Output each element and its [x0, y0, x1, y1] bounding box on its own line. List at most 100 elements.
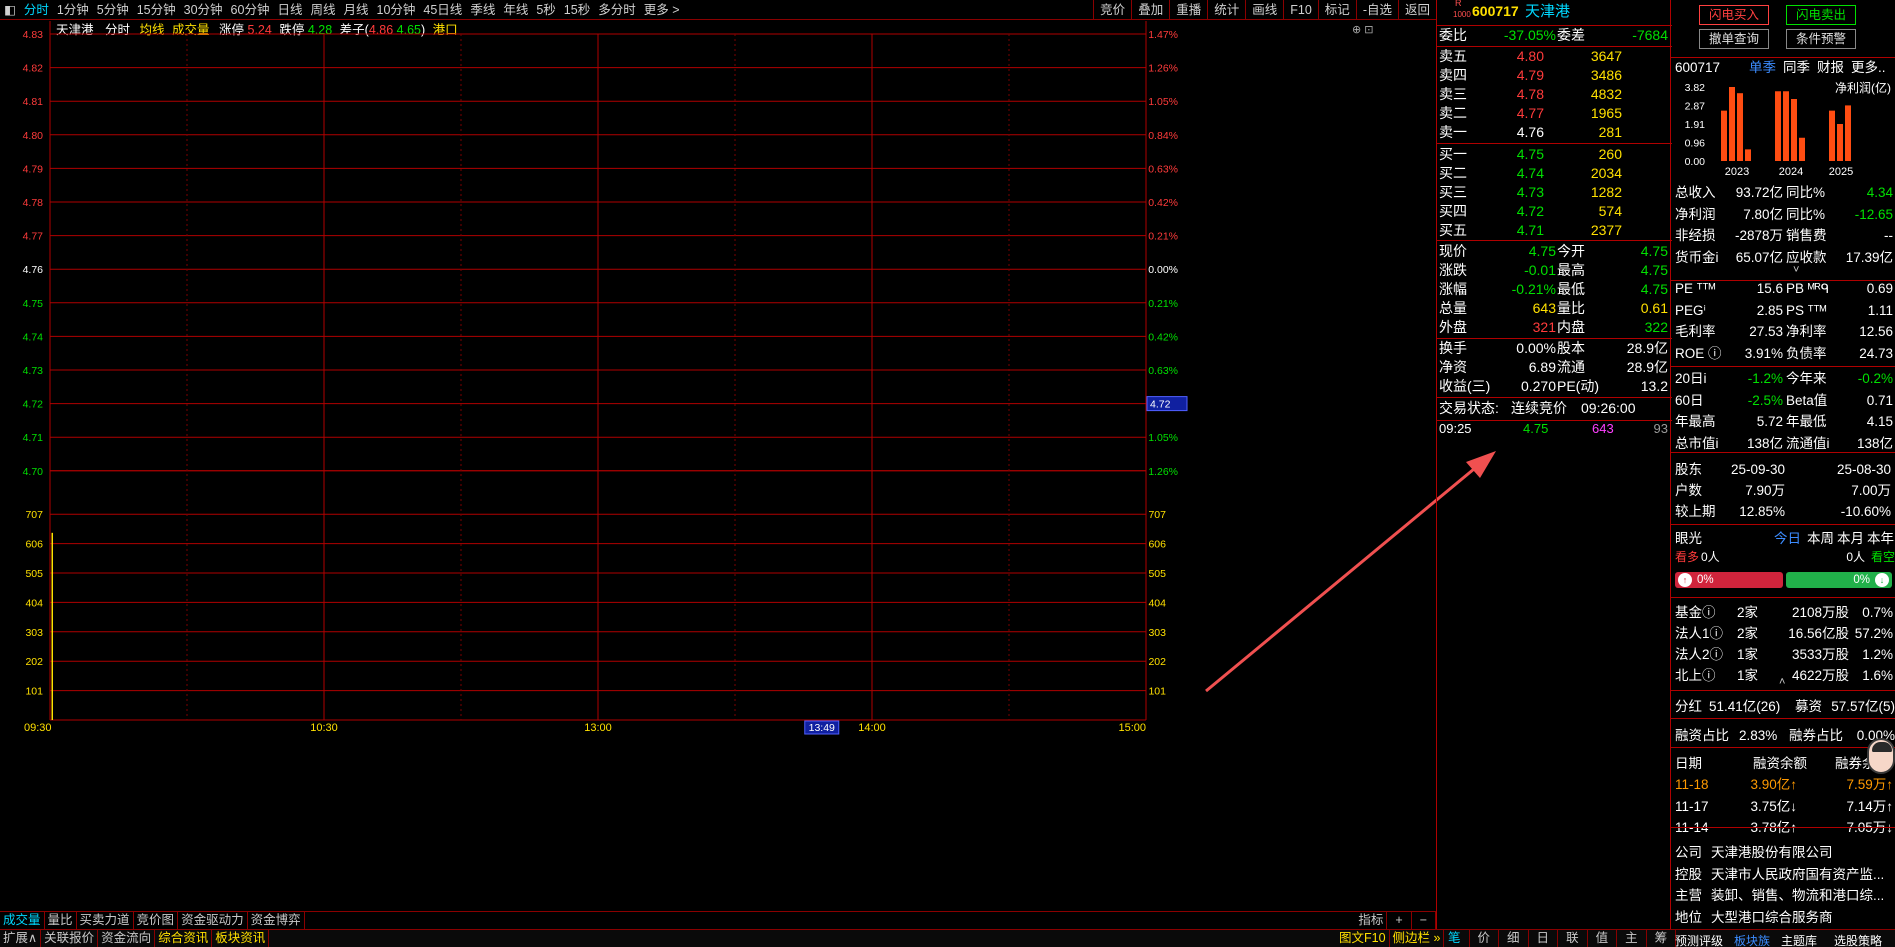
metric-row: 60日 -2.5% Beta值 0.71 [1671, 391, 1895, 410]
link-theme[interactable]: 主题库 [1781, 932, 1817, 947]
f10-graphic-button[interactable]: 图文F10 [1336, 930, 1390, 947]
bid-price: 4.71 [1516, 222, 1544, 238]
side-tab-trades[interactable]: 笔 [1440, 930, 1470, 947]
company-row: 主营 装卸、销售、物流和港口综... [1671, 886, 1895, 905]
flash-sell-button[interactable]: 闪电卖出 [1786, 5, 1856, 25]
link-sector[interactable]: 板块族 [1734, 932, 1770, 947]
metric-row: ROE ⓘ 3.91% 负债率 24.73 [1671, 344, 1895, 363]
side-tab-price[interactable]: 价 [1470, 930, 1500, 947]
indicator-tab[interactable]: 资金驱动力 [178, 912, 248, 929]
company-value[interactable]: 天津港股份有限公司 [1711, 843, 1833, 862]
collapse-chevron-icon[interactable]: ˄ [1779, 676, 1785, 688]
dividend-row: 分红 51.41亿(26) 募资 57.57亿(5) [1671, 697, 1895, 716]
indicator-tab[interactable]: 资金博弈 [248, 912, 305, 929]
sentiment-tab-year[interactable]: 本年 [1867, 529, 1894, 548]
institution-count: 1家 [1737, 668, 1759, 683]
share-stat-label: 股本 [1557, 340, 1585, 356]
metric-value: -2.5% [1747, 392, 1783, 408]
bid-level-row[interactable]: 买一 4.75 260 [1437, 145, 1672, 164]
zoom-in-button[interactable]: + [1387, 912, 1412, 929]
profit-y-tick: 1.91 [1685, 119, 1706, 131]
share-stat-value: 28.9亿 [1626, 340, 1668, 356]
stat-label: 总量 [1439, 300, 1467, 316]
footer-tab[interactable]: 资金流向 [98, 930, 156, 947]
ask-level-row[interactable]: 卖一 4.76 281 [1437, 123, 1672, 142]
zoom-out-button[interactable]: − [1412, 912, 1436, 929]
indicator-tab[interactable]: 量比 [45, 912, 77, 929]
bid-level-row[interactable]: 买四 4.72 574 [1437, 202, 1672, 221]
ask-level-row[interactable]: 卖二 4.77 1965 [1437, 104, 1672, 123]
bid-level-row[interactable]: 买三 4.73 1282 [1437, 183, 1672, 202]
condition-alert-button[interactable]: 条件预警 [1786, 29, 1856, 49]
bull-bar[interactable]: ↑ 0% [1675, 572, 1783, 588]
company-value[interactable]: 大型港口综合服务商 [1711, 908, 1833, 927]
profit-year-label: 2024 [1779, 166, 1803, 178]
company-label: 公司 [1675, 845, 1702, 860]
metric-row: 20日i -1.2% 今年来 -0.2% [1671, 369, 1895, 388]
side-tab-daily[interactable]: 日 [1529, 930, 1559, 947]
indicator-tab[interactable]: 竞价图 [134, 912, 179, 929]
sentiment-header: 眼光 今日 本周 本月 本年 [1671, 529, 1895, 548]
status-time: 09:26:00 [1581, 400, 1636, 416]
sentiment-tab-week[interactable]: 本周 [1807, 529, 1834, 548]
metric-row: PE ᵀᵀᴹ 15.6 PB ᴹᴿᑫ 0.69 [1671, 279, 1895, 298]
sentiment-tab-today[interactable]: 今日 [1774, 529, 1801, 548]
tab-report[interactable]: 财报 [1817, 58, 1844, 77]
ask-level-row[interactable]: 卖五 4.80 3647 [1437, 47, 1672, 66]
link-forecast[interactable]: 预测评级 [1675, 932, 1723, 947]
metric-label: 货币金i [1675, 249, 1719, 265]
weibi-label: 委比 [1439, 27, 1467, 43]
fund-code: 600717 [1675, 60, 1721, 75]
bid-level-row[interactable]: 买二 4.74 2034 [1437, 164, 1672, 183]
flash-buy-button[interactable]: 闪电买入 [1699, 5, 1769, 25]
expand-button[interactable]: 扩展∧ [0, 930, 42, 947]
tab-same-quarter[interactable]: 同季 [1783, 58, 1810, 77]
institution-pct: 0.7% [1862, 605, 1893, 620]
institution-count: 2家 [1737, 626, 1759, 641]
margin-col-date: 日期 [1675, 756, 1702, 771]
side-tab-value[interactable]: 值 [1588, 930, 1618, 947]
institution-row: 法人1ⓘ 2家 16.56亿股 57.2% [1671, 624, 1895, 643]
side-tab-detail[interactable]: 细 [1499, 930, 1529, 947]
share-stat-value: 28.9亿 [1626, 359, 1668, 375]
cancel-order-button[interactable]: 撤单查询 [1699, 29, 1769, 49]
company-value[interactable]: 天津市人民政府国有资产监... [1711, 865, 1884, 884]
side-tab-main[interactable]: 主 [1617, 930, 1647, 947]
side-tab-linked[interactable]: 联 [1558, 930, 1588, 947]
indicator-tab-volume[interactable]: 成交量 [0, 912, 45, 929]
holder-change-row: 较上期 12.85% -10.60% [1671, 502, 1895, 521]
status-value: 连续竞价 [1511, 400, 1567, 416]
margin-ratio-row: 融资占比 2.83% 融券占比 0.00% [1671, 726, 1895, 745]
tab-quarter[interactable]: 单季 [1749, 58, 1776, 77]
footer-tab[interactable]: 关联报价 [41, 930, 99, 947]
assistant-avatar[interactable] [1867, 738, 1895, 774]
metric-row: 毛利率 27.53 净利率 12.56 [1671, 322, 1895, 341]
tab-more[interactable]: 更多.. [1851, 58, 1886, 77]
bear-bar[interactable]: 0% ↓ [1786, 572, 1892, 588]
footer-tab[interactable]: 综合资讯 [155, 930, 213, 947]
weicha-label: 委差 [1557, 27, 1585, 43]
metric-label: 年最高 [1675, 414, 1716, 429]
sidebar-toggle-button[interactable]: 侧边栏 » [1390, 930, 1445, 947]
bid-level-row[interactable]: 买五 4.71 2377 [1437, 221, 1672, 240]
expand-chevron-icon[interactable]: ˅ [1793, 264, 1799, 276]
ask-volume: 4832 [1590, 86, 1622, 102]
metric-label: PEGⁱ [1675, 302, 1706, 318]
ask-level-row[interactable]: 卖四 4.79 3486 [1437, 66, 1672, 85]
indicator-tab[interactable]: 买卖力道 [77, 912, 134, 929]
company-label: 主营 [1675, 888, 1702, 903]
ask-volume: 3486 [1590, 67, 1622, 83]
share-stat-value: 6.89 [1528, 359, 1556, 375]
holder-count-2: 7.00万 [1851, 483, 1891, 498]
company-value[interactable]: 装卸、销售、物流和港口综... [1711, 886, 1884, 905]
ask-level-row[interactable]: 卖三 4.78 4832 [1437, 85, 1672, 104]
profit-bar [1737, 93, 1743, 161]
sentiment-tab-month[interactable]: 本月 [1837, 529, 1864, 548]
link-strategy[interactable]: 选股策略 [1834, 932, 1882, 947]
institution-pct: 57.2% [1854, 626, 1893, 641]
indicator-button[interactable]: 指标 [1355, 912, 1388, 929]
ask-price: 4.77 [1516, 105, 1544, 121]
rights-badge: R [1455, 0, 1462, 8]
share-stat-label: PE(动) [1557, 378, 1599, 394]
footer-tab[interactable]: 板块资讯 [212, 930, 270, 947]
